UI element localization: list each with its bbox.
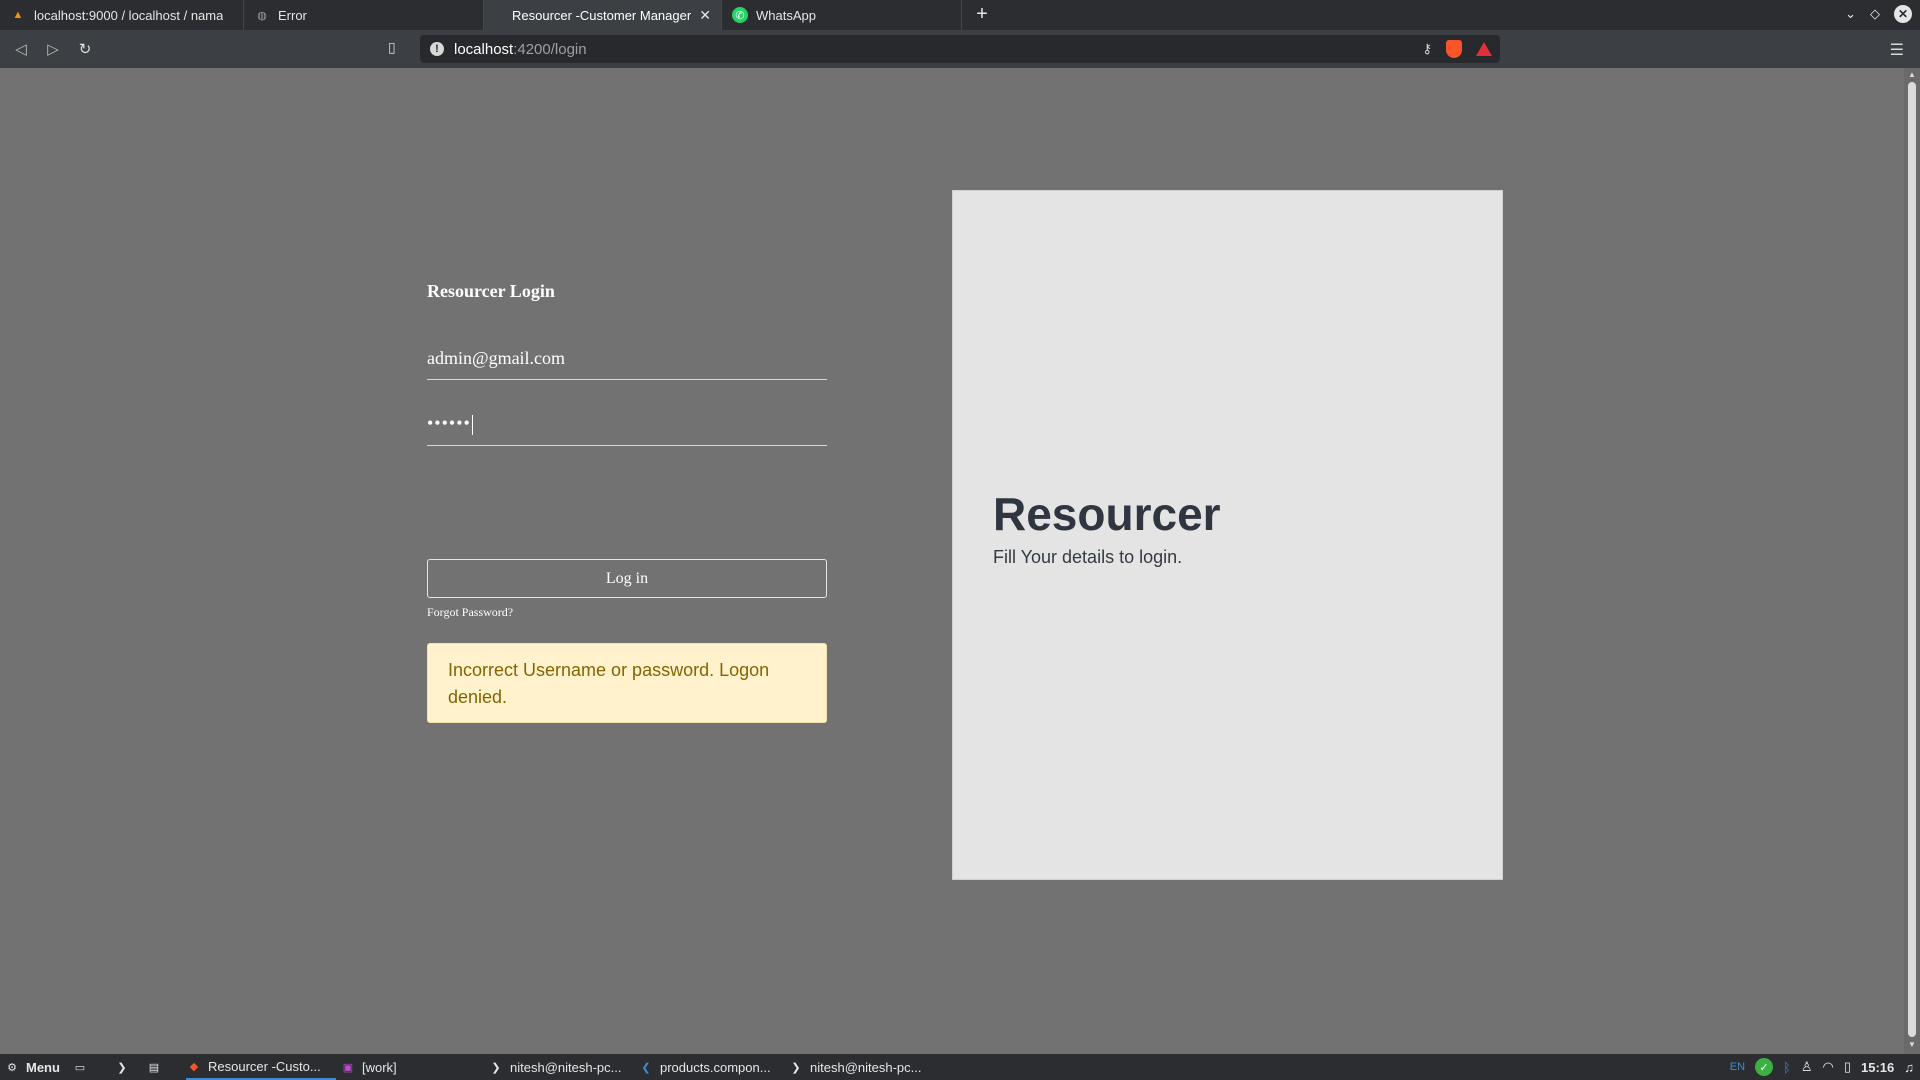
browser-toolbar: ◁ ▷ ↻ ▯ ! localhost :4200/login ⚷ ☰ xyxy=(0,30,1920,68)
taskbar-item-label: nitesh@nitesh-pc... xyxy=(510,1059,622,1075)
email-field[interactable]: admin@gmail.com xyxy=(427,348,827,380)
new-tab-button[interactable]: + xyxy=(970,3,994,27)
taskbar-item-terminal-2[interactable]: ❯ nitesh@nitesh-pc... xyxy=(788,1054,921,1080)
forward-icon[interactable]: ▷ xyxy=(42,38,64,60)
tab-list-icon[interactable]: ⌄ xyxy=(1845,6,1856,22)
error-alert: Incorrect Username or password. Logon de… xyxy=(427,643,827,723)
key-icon[interactable]: ⚷ xyxy=(1422,41,1432,57)
terminal-icon: ❯ xyxy=(491,1061,501,1074)
taskbar-item-work[interactable]: ▣ [work] xyxy=(340,1054,397,1080)
system-tray: EN ✓ ᛒ ♙ ◠ ▯ 15:16 ♫ xyxy=(1730,1054,1914,1080)
battery-icon[interactable]: ▯ xyxy=(1844,1059,1851,1075)
close-tab-icon[interactable]: ✕ xyxy=(699,7,711,24)
text-caret xyxy=(471,414,473,435)
tab-label: localhost:9000 / localhost / nama xyxy=(34,7,224,23)
tab-label: Error xyxy=(278,7,307,23)
info-panel: Resourcer Fill Your details to login. xyxy=(952,190,1503,880)
password-value: •••••• xyxy=(427,413,471,433)
forgot-password-link[interactable]: Forgot Password? xyxy=(427,605,513,620)
clock[interactable]: 15:16 xyxy=(1861,1060,1894,1075)
tab-label: Resourcer -Customer Manager xyxy=(512,7,692,23)
globe-icon: ◍ xyxy=(257,9,267,22)
reload-icon[interactable]: ↻ xyxy=(74,38,96,60)
page-scrollbar[interactable]: ▲ ▼ xyxy=(1904,68,1920,1054)
brave-shields-icon[interactable] xyxy=(1446,40,1462,58)
site-info-icon[interactable]: ! xyxy=(430,42,444,56)
music-icon[interactable]: ♫ xyxy=(1904,1060,1914,1075)
terminal-launcher-icon[interactable]: ❯ xyxy=(114,1054,130,1080)
brave-icon: ◆ xyxy=(189,1060,199,1073)
taskbar-item-browser[interactable]: ◆ Resourcer -Custo... xyxy=(186,1054,336,1080)
restore-icon[interactable]: ◇ xyxy=(1870,6,1880,22)
tab-resourcer[interactable]: Resourcer -Customer Manager ✕ xyxy=(484,0,722,30)
pma-icon: ▲ xyxy=(12,9,24,21)
tab-whatsapp[interactable]: ✆ WhatsApp xyxy=(722,0,962,30)
bookmark-icon[interactable]: ▯ xyxy=(388,39,396,56)
taskbar-item-vscode[interactable]: ❮ products.compon... xyxy=(638,1054,771,1080)
keyboard-layout[interactable]: EN xyxy=(1730,1061,1745,1073)
brand-title: Resourcer xyxy=(993,488,1221,540)
scroll-up-icon[interactable]: ▲ xyxy=(1908,70,1916,79)
app-icon: ▣ xyxy=(342,1061,354,1074)
taskbar-item-label: [work] xyxy=(362,1059,397,1075)
start-menu-button[interactable]: ⚙ Menu xyxy=(4,1054,60,1080)
wifi-icon[interactable]: ◠ xyxy=(1823,1059,1834,1075)
tab-phpmyadmin[interactable]: ▲ localhost:9000 / localhost / nama xyxy=(0,0,244,30)
window-close-icon[interactable]: ✕ xyxy=(1894,5,1912,23)
taskbar-item-label: Resourcer -Custo... xyxy=(208,1058,321,1074)
hamburger-menu-icon[interactable]: ☰ xyxy=(1890,40,1904,60)
update-ok-icon[interactable]: ✓ xyxy=(1755,1058,1774,1076)
taskbar-item-terminal-1[interactable]: ❯ nitesh@nitesh-pc... xyxy=(488,1054,621,1080)
address-bar[interactable]: ! localhost :4200/login ⚷ xyxy=(420,35,1500,63)
show-desktop-icon[interactable]: ▭ xyxy=(72,1054,88,1080)
back-icon[interactable]: ◁ xyxy=(10,38,32,60)
address-bar-actions: ⚷ xyxy=(1422,40,1492,58)
vscode-icon: ❮ xyxy=(641,1061,651,1074)
user-icon[interactable]: ♙ xyxy=(1801,1059,1813,1075)
window-controls: ⌄ ◇ ✕ xyxy=(1845,5,1912,23)
scroll-thumb[interactable] xyxy=(1908,82,1916,1037)
url-host: localhost xyxy=(454,40,514,58)
password-field[interactable]: •••••• xyxy=(427,413,827,446)
brave-rewards-icon[interactable] xyxy=(1476,42,1492,56)
login-button[interactable]: Log in xyxy=(427,559,827,598)
url-path: :4200/login xyxy=(513,40,587,58)
login-title: Resourcer Login xyxy=(427,281,555,301)
menu-label: Menu xyxy=(26,1059,60,1075)
terminal-icon: ❯ xyxy=(791,1061,801,1074)
whatsapp-icon: ✆ xyxy=(732,7,748,23)
taskbar-item-label: products.compon... xyxy=(660,1059,771,1075)
tab-error[interactable]: ◍ Error xyxy=(244,0,484,30)
taskbar-item-label: nitesh@nitesh-pc... xyxy=(810,1059,922,1075)
bluetooth-icon[interactable]: ᛒ xyxy=(1783,1060,1791,1075)
tab-label: WhatsApp xyxy=(756,7,816,23)
email-value: admin@gmail.com xyxy=(427,348,566,368)
files-launcher-icon[interactable]: ▤ xyxy=(146,1054,162,1080)
browser-tab-bar: ▲ localhost:9000 / localhost / nama ◍ Er… xyxy=(0,0,1920,30)
brand-subtitle: Fill Your details to login. xyxy=(993,547,1183,567)
gear-icon: ⚙ xyxy=(7,1061,17,1074)
taskbar: ⚙ Menu ▭ ❯ ▤ ◆ Resourcer -Custo... ▣ [wo… xyxy=(0,1054,1920,1080)
scroll-down-icon[interactable]: ▼ xyxy=(1908,1040,1916,1049)
